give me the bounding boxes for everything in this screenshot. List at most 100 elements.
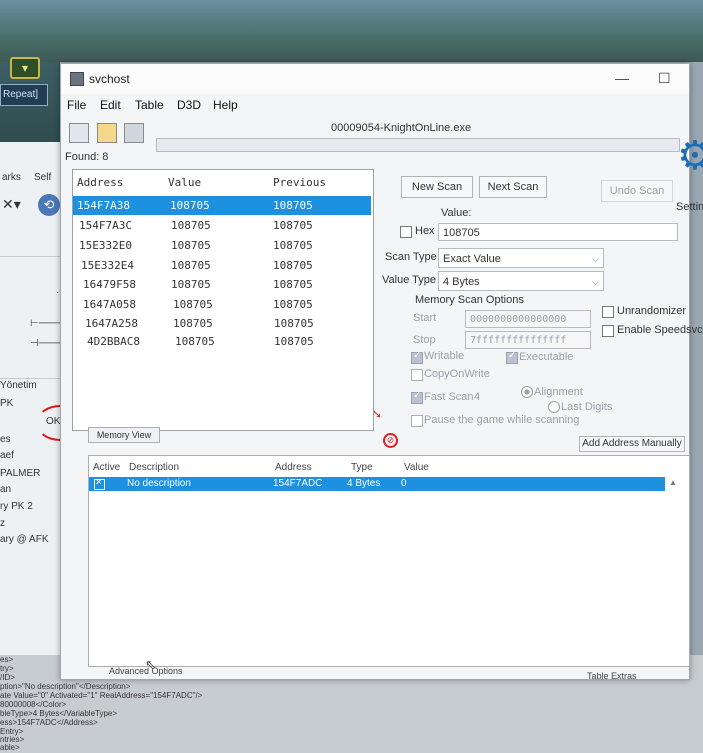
app-icon bbox=[70, 72, 84, 86]
address-table[interactable]: Active Description Address Type Value No… bbox=[88, 455, 690, 667]
list-item[interactable]: aef bbox=[0, 450, 14, 461]
menu-d3d[interactable]: D3D bbox=[177, 98, 201, 112]
xml-line: bleType>4 Bytes</VariableType> bbox=[0, 709, 118, 718]
value-type-value: 4 Bytes bbox=[443, 276, 480, 288]
scan-type-select[interactable]: Exact Value ⌵ bbox=[438, 248, 604, 268]
row-address: 1647A058 bbox=[83, 298, 136, 311]
executable-checkbox[interactable] bbox=[506, 350, 518, 364]
found-count: Found: 8 bbox=[65, 151, 109, 163]
list-item[interactable]: ry PK 2 bbox=[0, 501, 33, 512]
row-previous: 108705 bbox=[273, 239, 313, 252]
menu-help[interactable]: Help bbox=[213, 98, 238, 112]
bottom-bar: Advanced Options Table Extras bbox=[61, 666, 689, 681]
column-active[interactable]: Active bbox=[93, 462, 120, 473]
xml-line: ate Value="0" Activated="1" RealAddress=… bbox=[0, 691, 203, 700]
settings-label[interactable]: Settin bbox=[676, 201, 703, 213]
column-address[interactable]: Address bbox=[77, 176, 123, 189]
table-row[interactable]: 16479F58 108705 108705 bbox=[73, 275, 371, 294]
xml-line: able> bbox=[0, 743, 20, 752]
speedhack-checkbox[interactable] bbox=[602, 325, 614, 337]
xml-line: ption>"No description"</Description> bbox=[0, 682, 131, 691]
scroll-up-icon[interactable]: ▲ bbox=[669, 478, 677, 487]
new-scan-button[interactable]: New Scan bbox=[401, 176, 473, 198]
row-address: 15E332E0 bbox=[79, 239, 132, 252]
title-bar[interactable]: svchost — ☐ bbox=[61, 64, 689, 94]
close-icon[interactable]: ✕▾ bbox=[2, 196, 21, 213]
table-row[interactable]: 1647A258 108705 108705 bbox=[73, 314, 371, 333]
row-value: 108705 bbox=[173, 298, 213, 311]
window-title: svchost bbox=[89, 72, 130, 86]
list-item[interactable]: an bbox=[0, 484, 11, 495]
add-address-manually-button[interactable]: Add Address Manually bbox=[579, 436, 685, 452]
chevron-down-icon: ⌵ bbox=[592, 254, 599, 264]
fast-scan-value[interactable]: 4 bbox=[474, 391, 480, 403]
game-background bbox=[0, 0, 703, 62]
xml-line: try> bbox=[0, 664, 14, 673]
fast-scan-checkbox[interactable] bbox=[411, 390, 423, 404]
column-previous[interactable]: Previous bbox=[273, 176, 326, 189]
open-process-icon[interactable] bbox=[69, 123, 89, 143]
alignment-radio[interactable] bbox=[521, 386, 533, 398]
menu-table[interactable]: Table bbox=[135, 98, 164, 112]
table-row[interactable]: 1647A058 108705 108705 bbox=[73, 295, 371, 314]
stop-address-input[interactable]: 7fffffffffffffff bbox=[465, 331, 591, 349]
pause-game-checkbox[interactable] bbox=[411, 415, 423, 427]
tab-self[interactable]: Self bbox=[34, 172, 51, 183]
gear-icon[interactable]: ⚙ bbox=[677, 133, 703, 179]
undo-scan-button[interactable]: Undo Scan bbox=[601, 180, 673, 202]
unrandomizer-label: Unrandomizer bbox=[617, 305, 687, 317]
save-icon[interactable] bbox=[124, 123, 144, 143]
alignment-label: Alignment bbox=[534, 386, 583, 398]
next-scan-button[interactable]: Next Scan bbox=[479, 176, 547, 198]
executable-label: Executable bbox=[519, 351, 574, 363]
start-address-input[interactable]: 0000000000000000 bbox=[465, 310, 591, 328]
list-item[interactable]: z bbox=[0, 518, 5, 529]
results-list[interactable]: Address Value Previous 154F7A38 108705 1… bbox=[72, 169, 374, 431]
add-to-list-arrow-icon[interactable]: ➘ bbox=[372, 407, 382, 421]
copy-on-write-label: CopyOnWrite bbox=[424, 368, 490, 380]
table-row[interactable]: 154F7A38 108705 108705 bbox=[73, 196, 371, 215]
table-row[interactable]: 15E332E4 108705 108705 bbox=[73, 256, 371, 275]
column-type[interactable]: Type bbox=[351, 462, 373, 473]
advanced-options-button[interactable]: Advanced Options bbox=[109, 666, 183, 676]
game-menu-icon[interactable]: ▾ bbox=[10, 57, 40, 79]
table-row[interactable]: 4D2BBAC8 108705 108705 bbox=[73, 332, 371, 351]
memory-view-button[interactable]: Memory View bbox=[88, 427, 160, 443]
row-value: 108705 bbox=[175, 335, 215, 348]
repeat-button[interactable]: Repeat] bbox=[0, 84, 48, 106]
table-row[interactable]: No description 154F7ADC 4 Bytes 0 bbox=[89, 477, 665, 491]
list-item[interactable]: PALMER bbox=[0, 468, 40, 479]
row-previous: 108705 bbox=[273, 298, 313, 311]
tab-marks[interactable]: arks bbox=[2, 172, 21, 183]
row-address: 154F7ADC bbox=[273, 478, 323, 489]
column-value[interactable]: Value bbox=[404, 462, 429, 473]
writable-checkbox[interactable] bbox=[411, 350, 423, 364]
list-item[interactable]: Yönetim bbox=[0, 380, 37, 391]
column-address[interactable]: Address bbox=[275, 462, 312, 473]
hex-checkbox[interactable] bbox=[400, 226, 412, 238]
minimize-icon[interactable]: — bbox=[615, 70, 629, 86]
value-input[interactable]: 108705 bbox=[438, 223, 678, 241]
unrandomizer-checkbox[interactable] bbox=[602, 306, 614, 318]
value-type-select[interactable]: 4 Bytes ⌵ bbox=[438, 271, 604, 291]
column-value[interactable]: Value bbox=[168, 176, 201, 189]
last-digits-radio[interactable] bbox=[548, 401, 560, 413]
pause-game-label: Pause the game while scanning bbox=[424, 414, 580, 426]
menu-edit[interactable]: Edit bbox=[100, 98, 121, 112]
results-header: Address Value Previous bbox=[73, 170, 373, 194]
maximize-icon[interactable]: ☐ bbox=[658, 70, 671, 87]
stop-icon[interactable]: ⊘ bbox=[383, 433, 398, 448]
copy-on-write-checkbox[interactable] bbox=[411, 369, 423, 381]
table-row[interactable]: 15E332E0 108705 108705 bbox=[73, 236, 371, 255]
table-extras-button[interactable]: Table Extras bbox=[587, 671, 637, 681]
column-description[interactable]: Description bbox=[129, 462, 179, 473]
list-item[interactable]: PK bbox=[0, 398, 13, 409]
row-value: 0 bbox=[401, 478, 407, 489]
active-checkbox[interactable] bbox=[94, 477, 105, 490]
open-file-icon[interactable] bbox=[97, 123, 117, 143]
menu-file[interactable]: File bbox=[67, 98, 86, 112]
list-item[interactable]: ary @ AFK bbox=[0, 534, 49, 545]
table-row[interactable]: 154F7A3C 108705 108705 bbox=[73, 216, 371, 235]
list-item[interactable]: es bbox=[0, 434, 11, 445]
search-icon[interactable]: ⟲ bbox=[38, 194, 60, 216]
